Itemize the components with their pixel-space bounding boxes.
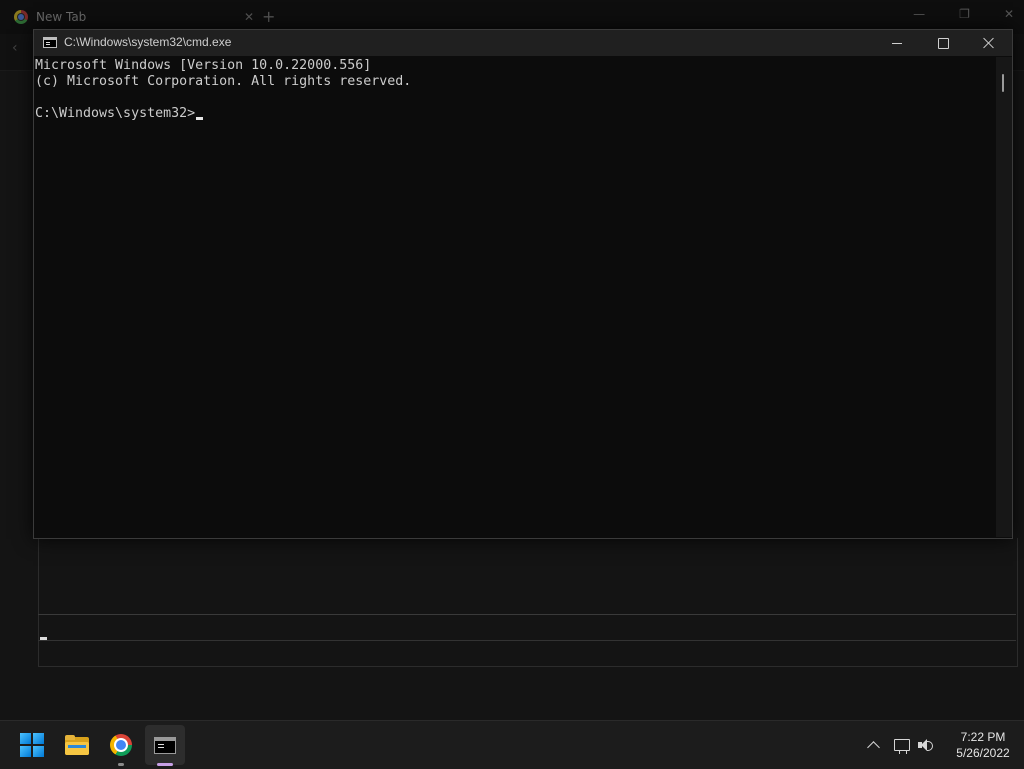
clock-date: 5/26/2022 xyxy=(956,746,1010,760)
clock[interactable]: 7:22 PM 5/26/2022 xyxy=(945,721,1021,769)
volume-button[interactable] xyxy=(915,721,939,769)
chrome-taskbar-button[interactable] xyxy=(101,725,141,765)
show-hidden-icons-button[interactable] xyxy=(862,721,884,769)
scrollbar-thumb[interactable] xyxy=(1002,74,1004,92)
running-indicator xyxy=(118,763,124,766)
cmd-icon xyxy=(154,736,176,754)
close-button[interactable] xyxy=(966,30,1012,56)
chrome-icon xyxy=(110,734,132,756)
minimize-button[interactable] xyxy=(874,30,920,56)
window-title: C:\Windows\system32\cmd.exe xyxy=(64,35,232,49)
browser-tab-title: New Tab xyxy=(36,10,87,24)
console-line: (c) Microsoft Corporation. All rights re… xyxy=(35,74,412,89)
volume-icon xyxy=(918,738,936,752)
cmd-taskbar-button[interactable] xyxy=(145,725,185,765)
cmd-titlebar[interactable]: C:\Windows\system32\cmd.exe xyxy=(34,30,1012,56)
clock-time: 7:22 PM xyxy=(960,730,1006,744)
network-button[interactable] xyxy=(891,721,913,769)
command-prompt-line[interactable]: C:\Windows\system32> xyxy=(35,106,204,122)
minimize-icon xyxy=(892,42,902,44)
ghost-divider xyxy=(38,614,1016,615)
text-cursor xyxy=(196,117,204,120)
browser-minimize-button[interactable]: — xyxy=(913,7,925,21)
browser-close-button[interactable]: ✕ xyxy=(1004,7,1014,21)
back-arrow-icon[interactable]: ‹ xyxy=(12,40,18,56)
chevron-up-icon xyxy=(866,741,880,754)
browser-tab-new-tab[interactable]: New Tab ✕ xyxy=(14,4,254,30)
browser-restore-button[interactable]: ❐ xyxy=(959,7,970,21)
maximize-button[interactable] xyxy=(920,30,966,56)
vertical-scrollbar[interactable] xyxy=(996,57,1012,537)
close-icon[interactable]: ✕ xyxy=(244,10,254,24)
windows-start-icon xyxy=(20,733,44,757)
new-tab-button[interactable]: + xyxy=(262,7,275,26)
file-explorer-button[interactable] xyxy=(57,725,97,765)
ghost-text-cursor xyxy=(40,637,47,640)
folder-icon xyxy=(65,735,89,755)
prompt-text: C:\Windows\system32> xyxy=(35,106,196,121)
network-icon xyxy=(894,739,910,754)
browser-window-controls: — ❐ ✕ xyxy=(913,7,1014,21)
console-output[interactable]: Microsoft Windows [Version 10.0.22000.55… xyxy=(34,57,996,537)
maximize-icon xyxy=(937,37,949,49)
close-icon xyxy=(983,37,995,49)
ghost-divider xyxy=(38,640,1016,641)
taskbar: 7:22 PM 5/26/2022 xyxy=(0,720,1024,769)
console-line: Microsoft Windows [Version 10.0.22000.55… xyxy=(35,58,372,73)
cmd-window[interactable]: C:\Windows\system32\cmd.exe Microsoft Wi… xyxy=(33,29,1013,539)
active-indicator xyxy=(157,763,173,766)
cmd-icon[interactable] xyxy=(43,37,57,48)
ghost-window-frame xyxy=(38,538,1018,667)
chrome-icon xyxy=(14,10,28,24)
start-button[interactable] xyxy=(12,725,52,765)
